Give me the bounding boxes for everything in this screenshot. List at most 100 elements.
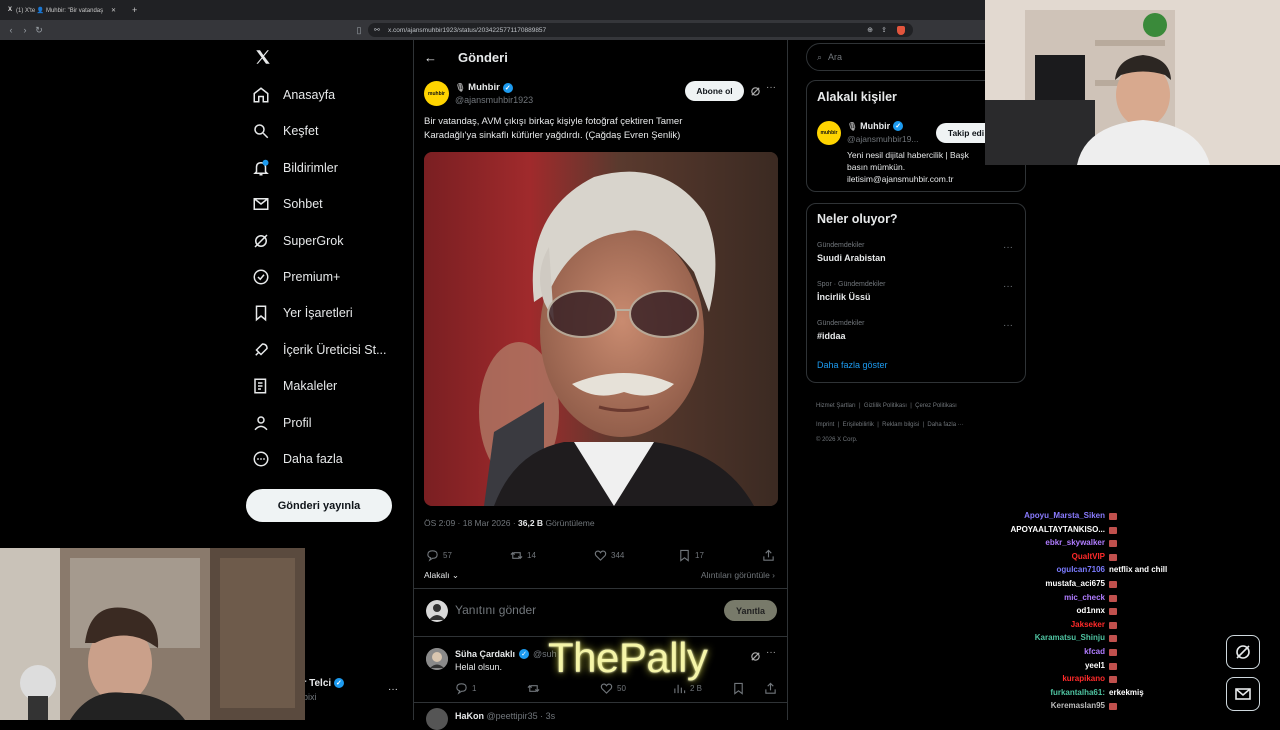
reply-author[interactable]: Süha Çardaklı ✓ @suh bbox=[455, 649, 557, 659]
bookmark-count: 17 bbox=[695, 551, 704, 560]
chat-username[interactable]: od1nnx bbox=[1077, 606, 1105, 615]
grok-icon[interactable] bbox=[750, 649, 761, 661]
reply-avatar[interactable] bbox=[426, 708, 448, 730]
grok-icon[interactable] bbox=[750, 84, 761, 96]
share-action[interactable] bbox=[762, 549, 775, 562]
related-avatar[interactable]: muhbir bbox=[817, 121, 841, 145]
chat-username[interactable]: kfcad bbox=[1084, 647, 1105, 656]
nav-item[interactable]: SuperGrok bbox=[252, 232, 343, 250]
trend-more-icon[interactable]: ··· bbox=[1003, 242, 1013, 253]
nav-item[interactable]: Anasayfa bbox=[252, 86, 335, 104]
trend-item[interactable]: Spor · Gündemdekiler İncirlik Üssü bbox=[817, 281, 1022, 302]
user-avatar[interactable] bbox=[426, 600, 448, 622]
footer-link[interactable]: Daha fazla ··· bbox=[927, 422, 963, 428]
nav-item[interactable]: Keşfet bbox=[252, 122, 318, 140]
footer-link[interactable]: Gizlilik Politikası bbox=[864, 403, 907, 409]
nav-item[interactable]: Sohbet bbox=[252, 195, 323, 213]
footer-link[interactable]: Erişilebilirlik bbox=[843, 422, 874, 428]
tweet-image[interactable] bbox=[424, 152, 778, 506]
reply-action[interactable]: 57 bbox=[426, 549, 452, 562]
reply-bookmark-action[interactable] bbox=[732, 682, 745, 695]
chat-username[interactable]: furkantalha61: bbox=[1050, 688, 1105, 697]
nav-item[interactable]: Daha fazla bbox=[252, 450, 343, 468]
more-options-icon[interactable]: ··· bbox=[766, 647, 776, 658]
chat-username[interactable]: QualtVIP bbox=[1072, 552, 1105, 561]
site-info-icon[interactable]: ⚯ bbox=[374, 26, 380, 34]
trend-item[interactable]: Gündemdekiler Suudi Arabistan bbox=[817, 242, 1022, 263]
trend-more-icon[interactable]: ··· bbox=[1003, 281, 1013, 292]
trend-more-icon[interactable]: ··· bbox=[1003, 320, 1013, 331]
trend-name: #iddaa bbox=[817, 331, 846, 341]
chat-username[interactable]: Jakseker bbox=[1071, 620, 1105, 629]
like-action[interactable]: 344 bbox=[594, 549, 624, 562]
tweet-time[interactable]: ÖS 2:09 · 18 Mar 2026 · bbox=[424, 518, 518, 528]
nav-item-label: Keşfet bbox=[283, 124, 319, 139]
back-arrow-icon[interactable]: ← bbox=[424, 50, 437, 65]
url-field[interactable]: ⚯ x.com/ajansmuhbir1923/status/203422577… bbox=[368, 23, 913, 37]
view-quotes-link[interactable]: Alıntıları görüntüle › bbox=[701, 570, 775, 580]
chat-badge-icon bbox=[1109, 621, 1117, 629]
nav-item[interactable]: İçerik Üreticisi St... bbox=[252, 341, 387, 359]
footer-link[interactable]: Çerez Politikası bbox=[915, 403, 957, 409]
grok-side-button[interactable] bbox=[1226, 635, 1260, 669]
reply-submit-button[interactable]: Yanıtla bbox=[724, 600, 777, 621]
reply-views-action[interactable]: 2 B bbox=[673, 682, 702, 695]
author-avatar[interactable]: muhbir bbox=[424, 81, 449, 106]
nav-item[interactable]: Makaleler bbox=[252, 377, 337, 395]
reply-reply-action[interactable]: 1 bbox=[455, 682, 476, 695]
footer-links: Hizmet Şartları | Gizlilik Politikası | … bbox=[816, 395, 1026, 448]
new-tab-button[interactable]: + bbox=[126, 1, 140, 19]
footer-link[interactable]: Hizmet Şartları bbox=[816, 403, 856, 409]
chat-username[interactable]: APOYAALTAYTANKISO... bbox=[1010, 525, 1105, 534]
share-page-icon[interactable]: ⇪ bbox=[881, 26, 887, 34]
reply-like-action[interactable]: 50 bbox=[600, 682, 626, 695]
chat-username[interactable]: Keremaslan95 bbox=[1051, 701, 1105, 710]
trend-name: Suudi Arabistan bbox=[817, 253, 886, 263]
trend-item[interactable]: Gündemdekiler #iddaa bbox=[817, 320, 1022, 341]
zoom-icon[interactable]: ⊕ bbox=[867, 26, 873, 34]
reply-avatar[interactable] bbox=[426, 648, 448, 670]
reply-input[interactable]: Yanıtını gönder bbox=[455, 603, 536, 617]
footer-link[interactable]: Reklam bilgisi bbox=[882, 422, 919, 428]
nav-item[interactable]: Profil bbox=[252, 414, 311, 432]
account-more-icon[interactable]: ··· bbox=[388, 684, 398, 695]
chat-username[interactable]: yeel1 bbox=[1085, 661, 1105, 670]
nav-item[interactable]: Bildirimler bbox=[252, 159, 338, 177]
retweet-icon bbox=[527, 684, 540, 693]
post-button[interactable]: Gönderi yayınla bbox=[246, 489, 392, 522]
reload-icon[interactable]: ↻ bbox=[32, 23, 46, 37]
bookmark-action[interactable]: 17 bbox=[678, 549, 704, 562]
bookmark-page-icon[interactable]: ▯ bbox=[352, 23, 366, 37]
search-placeholder: Ara bbox=[828, 52, 843, 62]
chat-username[interactable]: ogulcan7106 bbox=[1057, 565, 1105, 574]
show-more-link[interactable]: Daha fazla göster bbox=[817, 360, 888, 370]
chat-username[interactable]: mustafa_aci675 bbox=[1045, 579, 1105, 588]
chat-username[interactable]: mic_check bbox=[1064, 593, 1105, 602]
author-name[interactable]: 🎙 Muhbir ✓ bbox=[455, 82, 513, 93]
chat-username[interactable]: kurapikano bbox=[1062, 674, 1105, 683]
related-name[interactable]: 🎙 Muhbir ✓ bbox=[847, 121, 904, 131]
reply-share-action[interactable] bbox=[764, 682, 777, 695]
footer-link[interactable]: Imprint bbox=[816, 422, 834, 428]
retweet-action[interactable]: 14 bbox=[510, 549, 536, 562]
avatar-text: muhbir bbox=[428, 90, 445, 97]
brave-shield-icon[interactable] bbox=[897, 25, 905, 35]
reply-view-count: 2 B bbox=[690, 684, 703, 693]
mail-icon bbox=[1235, 688, 1251, 700]
forward-nav-icon[interactable]: › bbox=[18, 23, 32, 37]
related-handle[interactable]: @ajansmuhbir19... bbox=[847, 134, 918, 144]
author-handle[interactable]: @ajansmuhbir1923 bbox=[455, 95, 533, 105]
related-bio-line: iletisim@ajansmuhbir.com.tr bbox=[847, 174, 954, 184]
nav-item[interactable]: Premium+ bbox=[252, 268, 340, 286]
messages-side-button[interactable] bbox=[1226, 677, 1260, 711]
more-options-icon[interactable]: ··· bbox=[766, 82, 776, 93]
chat-username[interactable]: Apoyu_Marsta_Siken bbox=[1024, 511, 1105, 520]
subscribe-button[interactable]: Abone ol bbox=[685, 81, 744, 101]
nav-item[interactable]: Yer İşaretleri bbox=[252, 304, 353, 322]
reply-retweet-action[interactable] bbox=[527, 682, 540, 695]
chat-username[interactable]: ebkr_skywalker bbox=[1045, 538, 1105, 547]
x-logo-icon[interactable] bbox=[254, 48, 272, 66]
sort-dropdown[interactable]: Alakalı ⌄ bbox=[424, 570, 459, 581]
chat-username[interactable]: Karamatsu_Shinju bbox=[1035, 633, 1105, 642]
back-nav-icon[interactable]: ‹ bbox=[4, 23, 18, 37]
